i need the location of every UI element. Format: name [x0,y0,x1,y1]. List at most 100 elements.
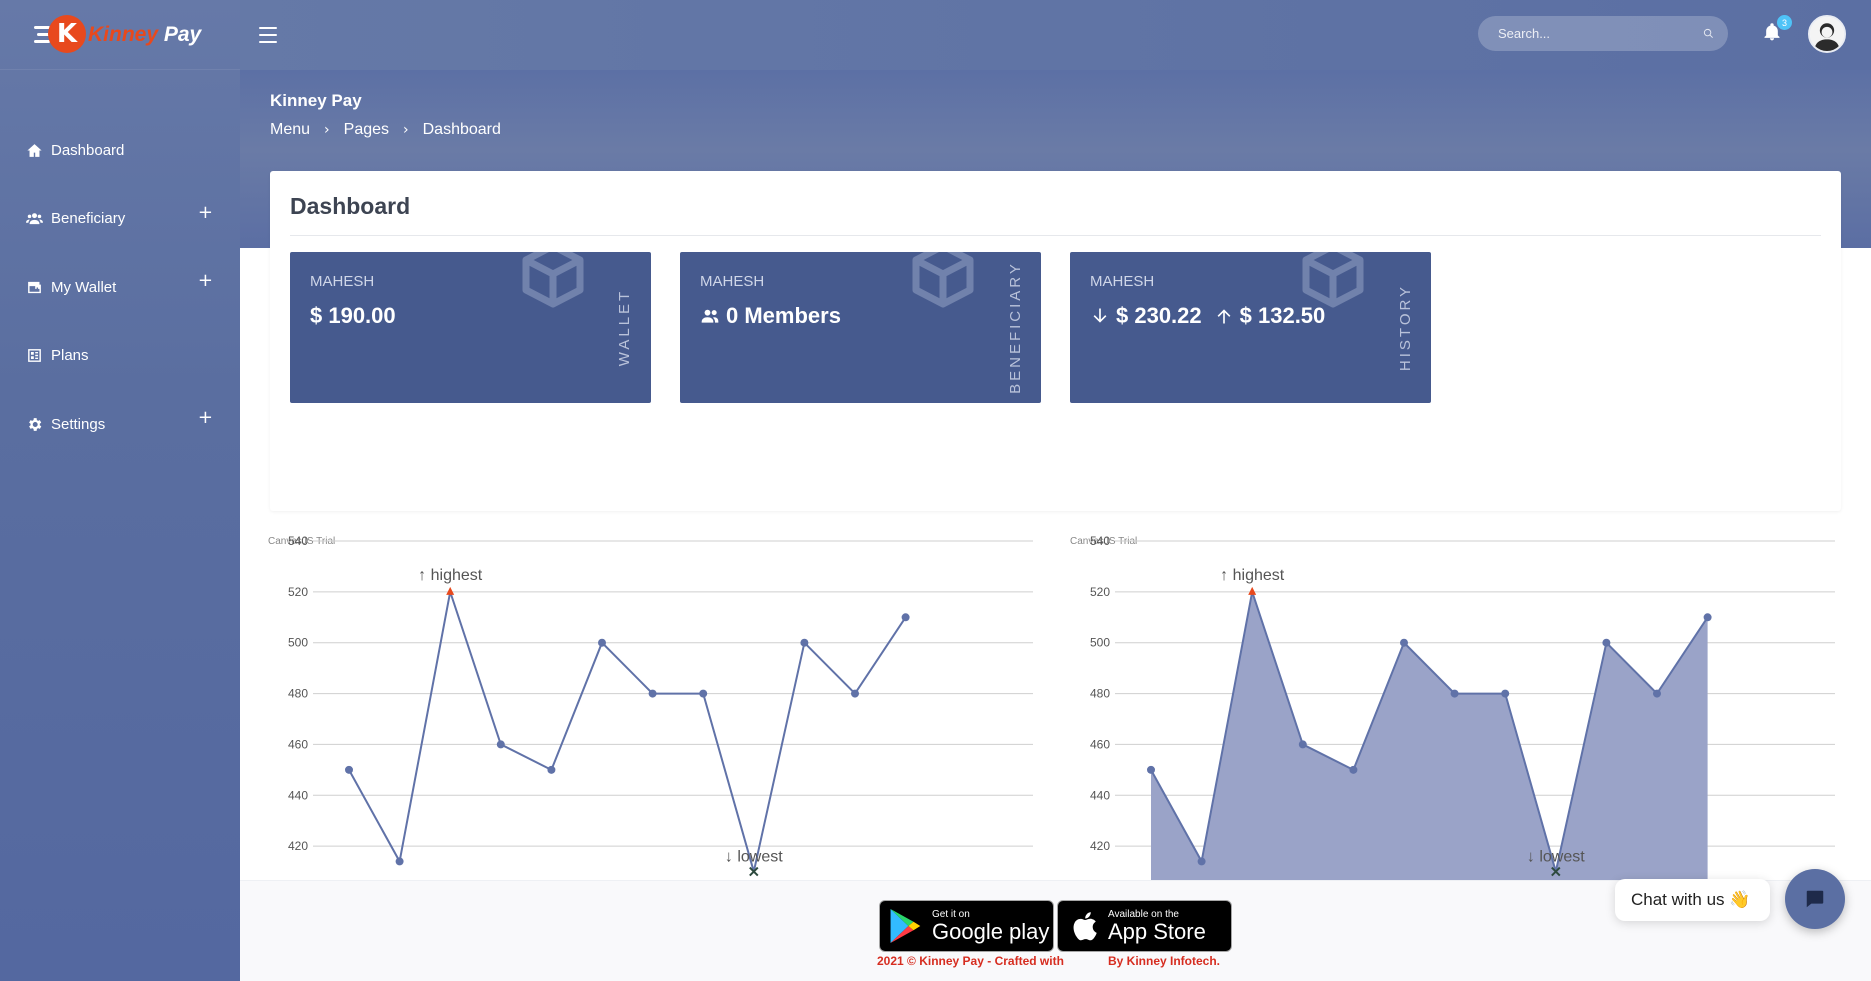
breadcrumb: Menu › Pages › Dashboard [270,121,501,139]
logo[interactable]: K Kinney Pay [0,0,240,70]
sidebar-item-beneficiary[interactable]: Beneficiary + [0,185,240,254]
data-point [598,638,606,647]
sidebar-item-dashboard[interactable]: Dashboard [0,116,240,185]
data-point [1450,689,1459,698]
avatar[interactable] [1808,15,1846,53]
data-point [648,689,657,698]
y-tick-label: 440 [288,788,308,802]
sidebar-item-my-wallet[interactable]: My Wallet + [0,253,240,322]
breadcrumb-item-menu[interactable]: Menu [270,121,310,139]
expand-icon[interactable]: + [198,202,213,223]
expand-icon[interactable]: + [198,407,213,428]
data-point [1197,857,1206,866]
sidebar-item-plans[interactable]: Plans [0,322,240,391]
copyright-author[interactable]: By Kinney Infotech. [1108,954,1220,968]
area-series-fill [1151,591,1708,897]
notification-button[interactable]: 3 [1762,15,1792,44]
data-point [345,765,353,774]
logo-icon: K [34,14,86,55]
menu-toggle-icon[interactable] [259,27,281,43]
cube-icon [1302,252,1364,308]
expand-icon[interactable]: + [198,270,213,291]
breadcrumb-item-pages[interactable]: Pages [344,121,389,139]
y-tick-label: 520 [288,585,308,599]
data-point [1400,638,1408,647]
data-point [1349,765,1358,774]
y-tick-label: 460 [288,737,308,751]
data-point [851,689,859,698]
google-play-icon [890,909,921,943]
search-box [1478,16,1728,51]
history-stat-card[interactable]: MAHESH $ 230.22 $ 132.50 HISTORY [1070,252,1431,403]
wallet-stat-card[interactable]: MAHESH $ 190.00 WALLET [290,252,651,403]
cube-icon [912,252,974,308]
chat-prompt[interactable]: Chat with us 👋 [1615,879,1770,921]
users-icon [26,213,43,225]
data-point [1703,613,1712,622]
data-point [1298,740,1307,749]
y-tick-label: 420 [1090,839,1110,853]
annotation-label: ↓ lowest [725,849,783,866]
search-input[interactable] [1498,26,1703,41]
wallet-balance: $ 190.00 [310,303,396,328]
stat-owner: MAHESH [1090,273,1155,290]
breadcrumb-separator: › [403,122,409,138]
arrow-down-icon [1093,308,1107,323]
beneficiary-count: 0 Members [700,303,841,329]
data-point [699,689,708,698]
sidebar-nav: Dashboard Beneficiary + My Wallet + Plan… [0,116,240,459]
data-point [800,638,809,647]
gear-icon [29,417,42,431]
stat-owner: MAHESH [310,273,375,290]
topbar: 3 [240,0,1871,70]
stat-owner: MAHESH [700,273,765,290]
y-tick-label: 480 [1090,687,1110,701]
annotation-label: ↓ lowest [1527,849,1585,866]
data-point [1501,689,1510,698]
sidebar-item-settings[interactable]: Settings + [0,390,240,459]
plans-icon [28,349,41,363]
app-store-button[interactable]: Available on the App Store [1057,900,1232,952]
highest-marker [446,586,455,595]
breadcrumb-item-dashboard: Dashboard [422,121,501,138]
annotation-label: ↑ highest [418,567,483,584]
data-point [1147,765,1155,774]
breadcrumb-separator: › [324,122,330,138]
y-tick-label: 440 [1090,788,1110,802]
search-icon[interactable] [1703,28,1714,39]
y-tick-label: 540 [1090,534,1110,548]
data-point [395,857,404,866]
data-point [901,613,910,622]
data-point [1653,689,1661,698]
y-tick-label: 500 [1090,636,1110,650]
app-store-big: App Store [1108,918,1206,944]
sidebar-item-label: Settings [51,415,106,433]
data-point [547,765,556,774]
area-chart: CanvasJS Trial540520500480460440420400↑ … [1070,534,1860,904]
brand-name: Kinney Pay [88,22,202,46]
people-icon [701,309,719,323]
y-tick-label: 460 [1090,737,1110,751]
copyright-text: 2021 © Kinney Pay - Crafted with [877,954,1064,968]
sidebar-item-label: Dashboard [51,141,125,159]
y-tick-label: 500 [288,636,308,650]
series-line [348,587,907,872]
user-avatar-icon [1810,17,1844,51]
notification-badge: 3 [1777,15,1792,30]
google-play-button[interactable]: Get it on Google play [879,900,1054,952]
chat-button[interactable] [1785,869,1845,929]
stat-side-label: WALLET [616,288,634,367]
cube-icon [522,252,584,308]
y-tick-label: 420 [288,839,308,853]
highest-marker [1248,586,1257,595]
y-tick-label: 480 [288,687,308,701]
google-play-big: Google play [932,918,1050,944]
annotation-label: ↑ highest [1220,567,1285,584]
beneficiary-stat-card[interactable]: MAHESH 0 Members BENEFICIARY [680,252,1041,403]
google-play-small: Get it on [932,908,970,920]
line-chart: CanvasJS Trial540520500480460440420400↑ … [268,534,1058,904]
history-values: $ 230.22 $ 132.50 [1090,303,1325,329]
data-point [1602,638,1611,647]
stat-side-label: HISTORY [1397,283,1415,372]
wallet-icon [28,281,41,293]
